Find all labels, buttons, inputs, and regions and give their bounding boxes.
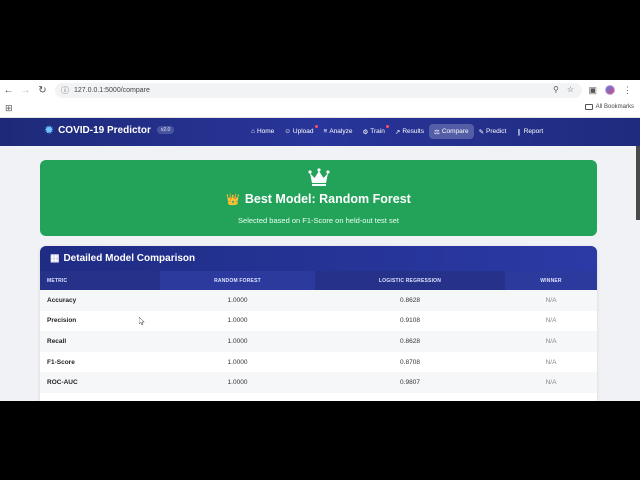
folder-icon: [584, 104, 593, 110]
cell-winner: N/A: [545, 337, 557, 345]
best-model-card: 👑 Best Model: Random Forest Selected bas…: [40, 160, 597, 236]
cell-winner: N/A: [545, 379, 557, 387]
nav-label: Train: [370, 128, 385, 135]
comparison-card: ▦ Detailed Model Comparison METRIC RANDO…: [40, 246, 597, 401]
col-logistic-regression: LOGISTIC REGRESSION: [315, 271, 505, 290]
cell-lr: 0.8708: [400, 358, 420, 366]
app-navbar: ✹ COVID-19 Predictor v2.0 ⌂ Home ☺ Upload ≡ A…: [0, 118, 640, 146]
table-icon: ▦: [50, 253, 60, 264]
page-scrollbar[interactable]: [636, 146, 640, 220]
nav-label: Compare: [441, 128, 469, 135]
table-row: Precision 1.0000 0.9108 N/A: [40, 310, 597, 332]
robot-icon: ⚙: [362, 128, 369, 136]
col-metric: METRIC: [40, 271, 160, 290]
forward-icon[interactable]: →: [17, 80, 34, 100]
extensions-icon[interactable]: ▣: [588, 85, 597, 96]
nav-home[interactable]: ⌂ Home: [246, 124, 279, 139]
all-bookmarks-button[interactable]: All Bookmarks: [584, 104, 634, 110]
best-model-title: Best Model: Random Forest: [244, 192, 411, 206]
bookmarks-bar: ⊞ All Bookmarks: [0, 100, 640, 118]
all-bookmarks-label: All Bookmarks: [595, 104, 634, 110]
table-row: Accuracy 1.0000 0.8628 N/A: [40, 290, 597, 311]
nav-analyze[interactable]: ≡ Analyze: [319, 124, 358, 139]
brand-title: COVID-19 Predictor: [58, 124, 151, 136]
cell-rf: 1.0000: [227, 317, 248, 325]
col-winner: WINNER: [505, 271, 597, 290]
zoom-icon[interactable]: ⚲: [553, 85, 559, 94]
nav-menu: ⌂ Home ☺ Upload ≡ Analyze ⚙ Train ↗ Results ⚖ Compa…: [246, 124, 548, 139]
profile-avatar[interactable]: [605, 85, 615, 95]
virus-gear-icon: ✹: [44, 123, 55, 137]
mouse-cursor-icon: [139, 317, 145, 325]
pencil-icon: ✎: [478, 128, 485, 136]
nav-upload[interactable]: ☺ Upload: [279, 124, 318, 139]
url-text: 127.0.0.1:5000/compare: [74, 87, 150, 94]
comparison-table: METRIC RANDOM FOREST LOGISTIC REGRESSION…: [40, 271, 597, 393]
menu-kebab-icon[interactable]: ⋮: [623, 85, 632, 96]
balance-icon: ⚖: [434, 128, 440, 136]
notification-dot: [385, 125, 389, 128]
nav-label: Home: [256, 128, 275, 135]
table-row: ROC-AUC 1.0000 0.9807 N/A: [40, 372, 597, 393]
nav-label: Analyze: [329, 128, 353, 135]
table-row: F1-Score 1.0000 0.8708 N/A: [40, 351, 597, 373]
cell-rf: 1.0000: [227, 358, 248, 366]
nav-label: Report: [523, 128, 544, 135]
chart-icon: ≡: [323, 128, 328, 135]
cell-rf: 1.0000: [227, 337, 248, 345]
table-row: Recall 1.0000 0.8628 N/A: [40, 331, 597, 352]
cell-winner: N/A: [545, 317, 557, 325]
nav-results[interactable]: ↗ Results: [390, 124, 429, 139]
crown-icon: [308, 168, 330, 186]
version-badge: v2.0: [156, 126, 175, 134]
best-model-subtitle: Selected based on F1-Score on held-out t…: [238, 216, 399, 225]
comparison-title: Detailed Model Comparison: [63, 253, 196, 264]
line-chart-icon: ↗: [394, 128, 401, 136]
comparison-header: ▦ Detailed Model Comparison: [40, 246, 597, 271]
col-random-forest: RANDOM FOREST: [160, 271, 315, 290]
cell-winner: N/A: [545, 296, 557, 304]
back-icon[interactable]: ←: [0, 80, 17, 100]
cell-metric: Accuracy: [47, 296, 77, 304]
nav-compare[interactable]: ⚖ Compare: [429, 124, 474, 139]
nav-label: Predict: [486, 128, 507, 135]
home-icon: ⌂: [251, 128, 255, 135]
browser-window: ← → ↻ ⓘ 127.0.0.1:5000/compare ⚲ ☆ ▣ ⋮ ⊞…: [0, 80, 640, 401]
file-icon: ❙: [516, 128, 522, 136]
cell-rf: 1.0000: [227, 379, 248, 387]
crown-emoji-icon: 👑: [226, 193, 240, 206]
nav-predict[interactable]: ✎ Predict: [474, 124, 512, 139]
nav-report[interactable]: ❙ Report: [511, 124, 548, 139]
page-content: 👑 Best Model: Random Forest Selected bas…: [0, 146, 640, 401]
cell-lr: 0.8628: [400, 337, 420, 345]
notification-dot: [314, 125, 318, 128]
bookmark-star-icon[interactable]: ☆: [567, 85, 574, 94]
upload-icon: ☺: [284, 128, 291, 135]
cell-lr: 0.9807: [400, 379, 420, 387]
site-info-icon[interactable]: ⓘ: [61, 85, 69, 96]
cell-metric: F1-Score: [47, 358, 75, 366]
brand[interactable]: ✹ COVID-19 Predictor v2.0: [44, 123, 175, 137]
nav-label: Results: [402, 128, 424, 135]
reload-icon[interactable]: ↻: [34, 80, 51, 100]
cell-rf: 1.0000: [227, 296, 248, 304]
cell-lr: 0.9108: [400, 317, 420, 325]
nav-label: Upload: [292, 128, 314, 135]
cell-metric: ROC-AUC: [47, 379, 78, 387]
best-model-heading: 👑 Best Model: Random Forest: [40, 192, 597, 206]
cell-metric: Recall: [47, 337, 67, 345]
cell-winner: N/A: [545, 358, 557, 366]
cell-lr: 0.8628: [400, 296, 420, 304]
nav-train[interactable]: ⚙ Train: [357, 124, 389, 139]
address-bar[interactable]: ⓘ 127.0.0.1:5000/compare ⚲ ☆: [55, 83, 582, 98]
table-header-row: METRIC RANDOM FOREST LOGISTIC REGRESSION…: [40, 271, 597, 290]
browser-toolbar: ← → ↻ ⓘ 127.0.0.1:5000/compare ⚲ ☆ ▣ ⋮: [0, 80, 640, 100]
apps-grid-icon[interactable]: ⊞: [5, 103, 13, 114]
